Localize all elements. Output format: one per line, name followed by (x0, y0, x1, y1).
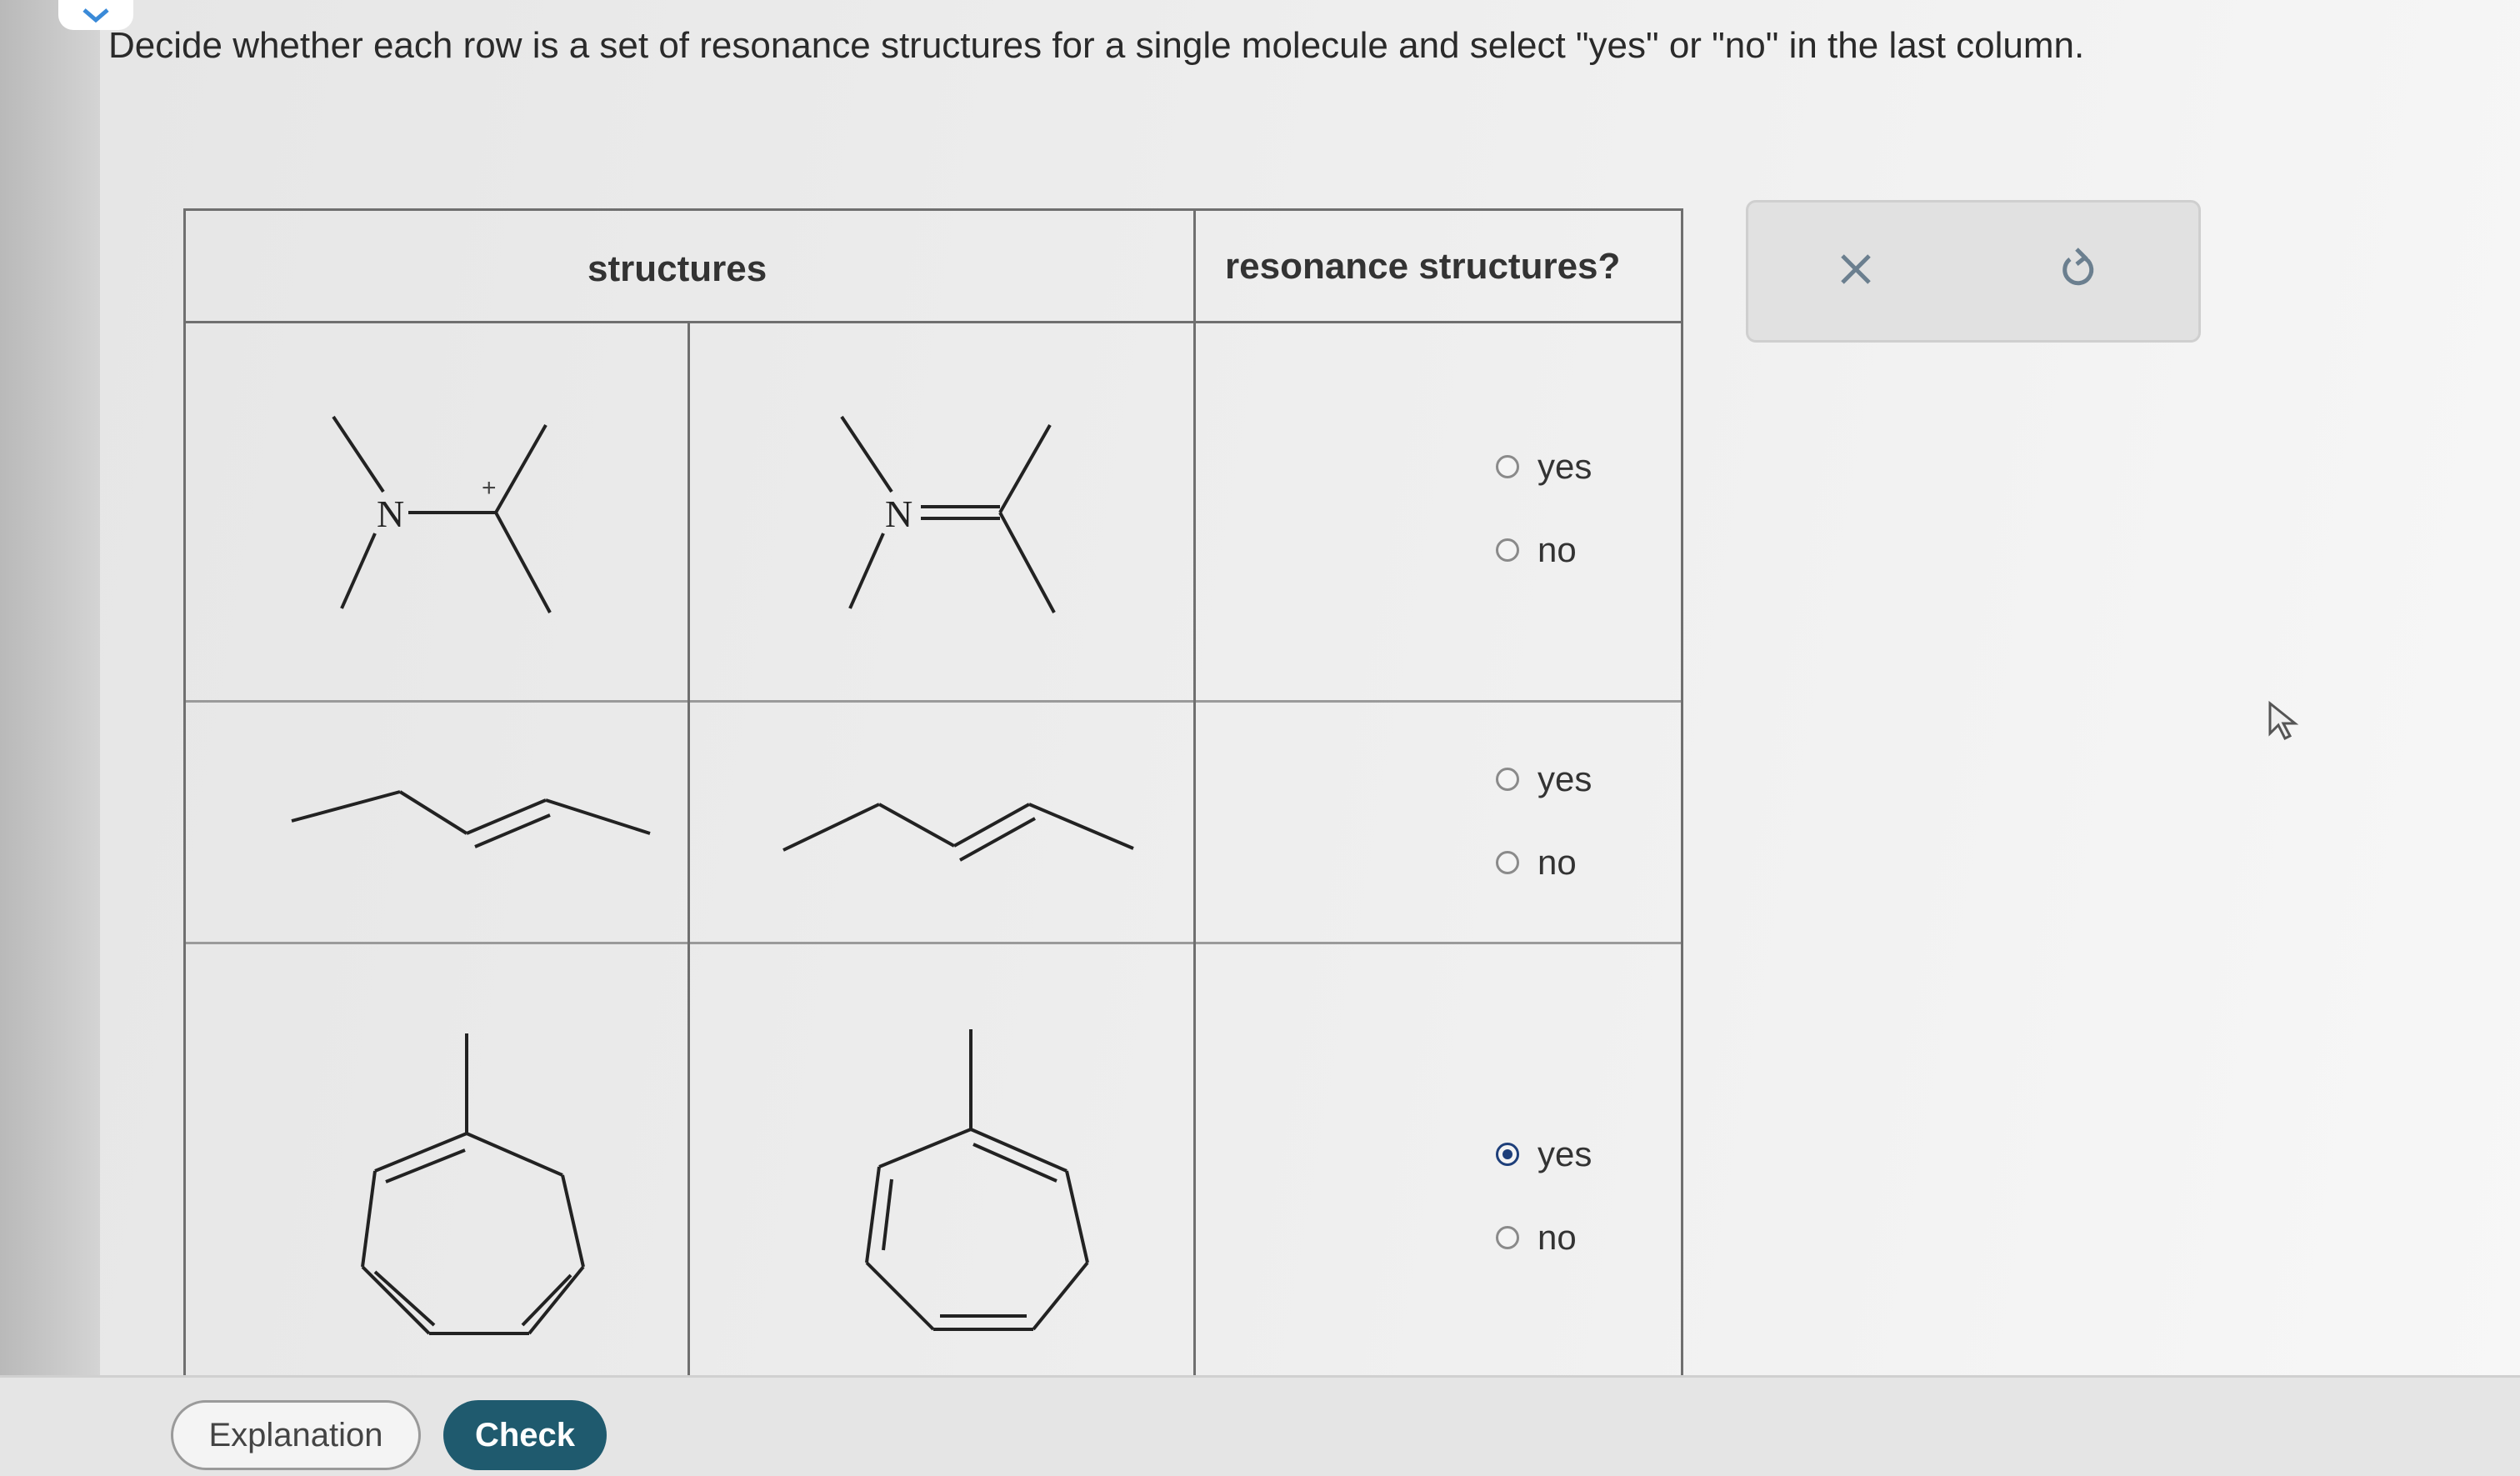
row3-radio-group: yes no (1496, 1129, 1592, 1296)
radio-circle-icon (1496, 455, 1519, 478)
row2-no-label: no (1538, 843, 1577, 882)
radio-selected-icon (1496, 1143, 1519, 1166)
row1-a-charge: + (482, 474, 497, 502)
row1-radio-group: yes no (1496, 442, 1592, 608)
row1-b-nitrogen: N (885, 493, 912, 535)
row3-structure-b (865, 1029, 1089, 1331)
row1-a-nitrogen: N (377, 493, 404, 535)
undo-button[interactable] (2058, 246, 2098, 293)
row-divider-2 (183, 942, 1683, 944)
row1-structure-b: N (840, 415, 1056, 613)
row1-yes-radio[interactable]: yes (1496, 442, 1592, 492)
mouse-cursor-icon (2268, 700, 2299, 741)
row2-yes-radio[interactable]: yes (1496, 754, 1592, 804)
clear-answer-button[interactable] (1838, 242, 1874, 299)
row2-structure-b (782, 803, 1134, 862)
chevron-down-icon (82, 8, 109, 23)
resonance-table: structures resonance structures? N + N y… (183, 208, 1683, 1375)
header-resonance: resonance structures? (1225, 246, 1621, 287)
table-border-top (183, 208, 1683, 211)
header-divider (183, 321, 1683, 323)
row2-radio-group: yes no (1496, 754, 1592, 921)
instruction-text: Decide whether each row is a set of reso… (108, 25, 2085, 66)
row2-yes-label: yes (1538, 759, 1592, 798)
row3-structure-a (361, 1033, 585, 1335)
row3-no-radio[interactable]: no (1496, 1213, 1592, 1263)
row-divider-1 (183, 700, 1683, 703)
radio-circle-icon (1496, 538, 1519, 562)
row3-yes-radio[interactable]: yes (1496, 1129, 1592, 1179)
x-icon (1841, 254, 1871, 284)
screen-left-edge (0, 0, 100, 1473)
radio-circle-icon (1496, 1226, 1519, 1249)
row2-structure-a (291, 790, 651, 848)
row1-no-label: no (1538, 530, 1577, 569)
undo-icon (2062, 248, 2094, 286)
check-button[interactable]: Check (443, 1400, 607, 1470)
column-divider (1193, 208, 1196, 1375)
radio-circle-icon (1496, 768, 1519, 791)
answer-tools-panel (1746, 200, 2201, 343)
row3-yes-label: yes (1538, 1134, 1592, 1173)
row1-structure-a: N + (332, 415, 552, 613)
row3-no-label: no (1538, 1218, 1577, 1257)
header-structures: structures (588, 248, 768, 289)
explanation-button[interactable]: Explanation (171, 1400, 421, 1470)
row1-yes-label: yes (1538, 447, 1592, 486)
row1-no-radio[interactable]: no (1496, 525, 1592, 575)
table-border-right (1681, 208, 1683, 1375)
radio-circle-icon (1496, 851, 1519, 874)
table-border-left (183, 208, 186, 1375)
row2-no-radio[interactable]: no (1496, 838, 1592, 888)
structure-divider (688, 321, 690, 1375)
